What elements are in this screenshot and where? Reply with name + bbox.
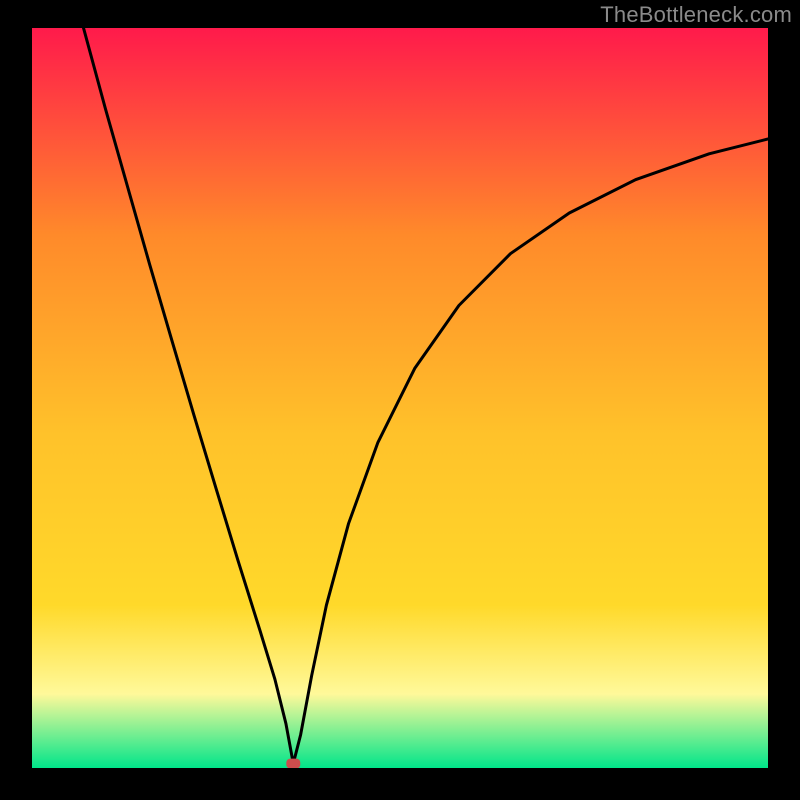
chart-frame: TheBottleneck.com [0,0,800,800]
marker-dot [286,759,300,768]
chart-svg [32,28,768,768]
watermark-text: TheBottleneck.com [600,2,792,28]
plot-area [32,28,768,768]
